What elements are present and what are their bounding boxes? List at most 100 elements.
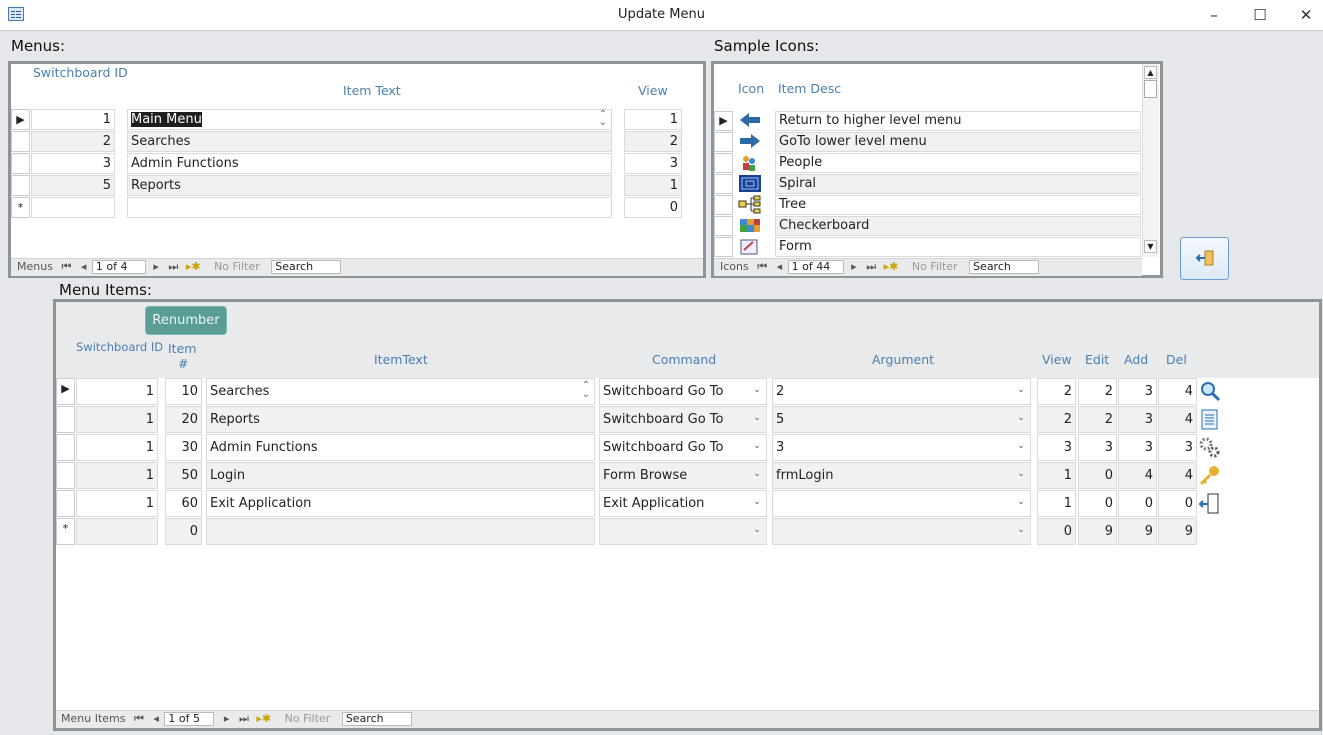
icons-desc-cell[interactable]: Tree xyxy=(775,195,1141,215)
menus-view-cell[interactable]: 1 xyxy=(624,175,682,196)
icons-desc-cell[interactable]: People xyxy=(775,153,1141,173)
chevron-down-icon[interactable]: ⌄ xyxy=(749,413,765,423)
first-record-button[interactable]: ⏮ xyxy=(61,259,71,275)
items-add-cell[interactable]: 3 xyxy=(1118,406,1157,433)
items-edit-cell[interactable]: 2 xyxy=(1078,378,1117,405)
icons-record-selector[interactable] xyxy=(714,174,733,194)
items-switchboard-id-cell[interactable] xyxy=(76,518,158,545)
menus-view-cell[interactable]: 1 xyxy=(624,109,682,130)
items-view-cell[interactable]: 2 xyxy=(1037,406,1076,433)
items-del-cell[interactable]: 3 xyxy=(1158,434,1197,461)
chevron-down-icon[interactable]: ⌄ xyxy=(749,385,765,395)
menu-items-record-selector[interactable] xyxy=(56,490,75,517)
menus-view-cell[interactable]: 3 xyxy=(624,153,682,174)
record-selector[interactable]: * xyxy=(11,197,30,218)
new-record-button[interactable]: ▸✱ xyxy=(186,259,201,275)
items-filter-indicator[interactable]: No Filter xyxy=(285,711,331,727)
items-item-text-cell[interactable]: Exit Application xyxy=(206,490,595,517)
record-selector[interactable] xyxy=(11,175,30,196)
items-command-combo[interactable] xyxy=(599,518,767,545)
minimize-button[interactable]: – xyxy=(1191,0,1237,30)
record-selector[interactable] xyxy=(11,153,30,174)
items-add-cell[interactable]: 9 xyxy=(1118,518,1157,545)
scroll-thumb[interactable] xyxy=(1144,80,1157,98)
icons-record-selector[interactable] xyxy=(714,132,733,152)
menus-filter-indicator[interactable]: No Filter xyxy=(214,259,260,275)
menus-switchboard-id-cell[interactable] xyxy=(31,197,115,218)
chevron-down-icon[interactable]: ⌄ xyxy=(749,469,765,479)
items-edit-cell[interactable]: 0 xyxy=(1078,490,1117,517)
items-view-cell[interactable]: 2 xyxy=(1037,378,1076,405)
items-first-record-button[interactable]: ⏮ xyxy=(134,711,144,727)
items-record-number[interactable]: 1 of 5 xyxy=(164,712,215,726)
icons-last-record-button[interactable]: ⏭ xyxy=(866,259,876,275)
items-item-number-cell[interactable]: 30 xyxy=(165,434,202,461)
icons-record-selector[interactable] xyxy=(714,237,733,257)
items-switchboard-id-cell[interactable]: 1 xyxy=(76,434,158,461)
items-item-number-cell[interactable]: 60 xyxy=(165,490,202,517)
icons-next-record-button[interactable]: ▸ xyxy=(851,259,857,275)
items-argument-combo[interactable]: 5 xyxy=(772,406,1031,433)
chevron-down-icon[interactable]: ⌄ xyxy=(1013,469,1029,479)
chevron-down-icon[interactable]: ⌄ xyxy=(749,497,765,507)
items-view-cell[interactable]: 0 xyxy=(1037,518,1076,545)
items-item-text-cell[interactable]: Searches xyxy=(206,378,595,405)
items-command-combo[interactable]: Form Browse xyxy=(599,462,767,489)
items-del-cell[interactable]: 9 xyxy=(1158,518,1197,545)
items-command-combo[interactable]: Exit Application xyxy=(599,490,767,517)
menu-items-record-selector[interactable]: ▶ xyxy=(56,378,75,405)
items-item-text-cell[interactable]: Reports xyxy=(206,406,595,433)
items-item-text-cell[interactable] xyxy=(206,518,595,545)
menus-item-text-cell[interactable]: Admin Functions xyxy=(127,153,612,174)
icons-record-selector[interactable] xyxy=(714,195,733,215)
items-switchboard-id-cell[interactable]: 1 xyxy=(76,490,158,517)
menus-switchboard-id-cell[interactable]: 5 xyxy=(31,175,115,196)
icons-record-selector[interactable]: ▶ xyxy=(714,111,733,131)
menu-items-record-selector[interactable]: * xyxy=(56,518,75,545)
menus-search-input[interactable]: Search xyxy=(271,260,342,274)
icons-desc-cell[interactable]: Checkerboard xyxy=(775,216,1141,236)
items-del-cell[interactable]: 4 xyxy=(1158,378,1197,405)
chevron-down-icon[interactable]: ⌄ xyxy=(1013,441,1029,451)
items-new-record-button[interactable]: ▸✱ xyxy=(256,711,271,727)
items-add-cell[interactable]: 0 xyxy=(1118,490,1157,517)
menus-record-number[interactable]: 1 of 4 xyxy=(91,260,146,274)
spin-arrows-icon[interactable]: ⌃ ⌄ xyxy=(595,110,611,128)
items-item-text-cell[interactable]: Login xyxy=(206,462,595,489)
renumber-button[interactable]: Renumber xyxy=(145,306,227,335)
items-edit-cell[interactable]: 9 xyxy=(1078,518,1117,545)
menu-items-record-selector[interactable] xyxy=(56,406,75,433)
chevron-down-icon[interactable]: ⌄ xyxy=(1013,525,1029,535)
items-command-combo[interactable]: Switchboard Go To xyxy=(599,434,767,461)
exit-form-button[interactable] xyxy=(1180,237,1229,280)
scroll-up-arrow-icon[interactable]: ▲ xyxy=(1144,66,1157,79)
icons-first-record-button[interactable]: ⏮ xyxy=(757,259,767,275)
icons-new-record-button[interactable]: ▸✱ xyxy=(884,259,899,275)
items-item-number-cell[interactable]: 20 xyxy=(165,406,202,433)
items-add-cell[interactable]: 4 xyxy=(1118,462,1157,489)
menus-item-text-cell[interactable]: Searches xyxy=(127,131,612,152)
record-selector[interactable] xyxy=(11,131,30,152)
icons-record-selector[interactable] xyxy=(714,216,733,236)
chevron-down-icon[interactable]: ⌄ xyxy=(749,525,765,535)
icons-record-number[interactable]: 1 of 44 xyxy=(787,260,844,274)
items-command-combo[interactable]: Switchboard Go To xyxy=(599,406,767,433)
menus-view-cell[interactable]: 0 xyxy=(624,197,682,218)
items-last-record-button[interactable]: ⏭ xyxy=(239,711,249,727)
items-switchboard-id-cell[interactable]: 1 xyxy=(76,462,158,489)
items-item-text-cell[interactable]: Admin Functions xyxy=(206,434,595,461)
icons-record-selector[interactable] xyxy=(714,153,733,173)
items-argument-combo[interactable] xyxy=(772,518,1031,545)
icons-desc-cell[interactable]: GoTo lower level menu xyxy=(775,132,1141,152)
items-view-cell[interactable]: 3 xyxy=(1037,434,1076,461)
items-del-cell[interactable]: 4 xyxy=(1158,462,1197,489)
items-edit-cell[interactable]: 3 xyxy=(1078,434,1117,461)
last-record-button[interactable]: ⏭ xyxy=(168,259,178,275)
menu-items-record-selector[interactable] xyxy=(56,462,75,489)
spin-arrows-icon[interactable]: ⌃ ⌄ xyxy=(578,381,594,400)
menus-switchboard-id-cell[interactable]: 1 xyxy=(31,109,115,130)
chevron-down-icon[interactable]: ⌄ xyxy=(1013,413,1029,423)
menus-item-text-cell[interactable]: Main Menu xyxy=(127,109,612,130)
items-edit-cell[interactable]: 0 xyxy=(1078,462,1117,489)
items-search-input[interactable]: Search xyxy=(341,712,412,726)
